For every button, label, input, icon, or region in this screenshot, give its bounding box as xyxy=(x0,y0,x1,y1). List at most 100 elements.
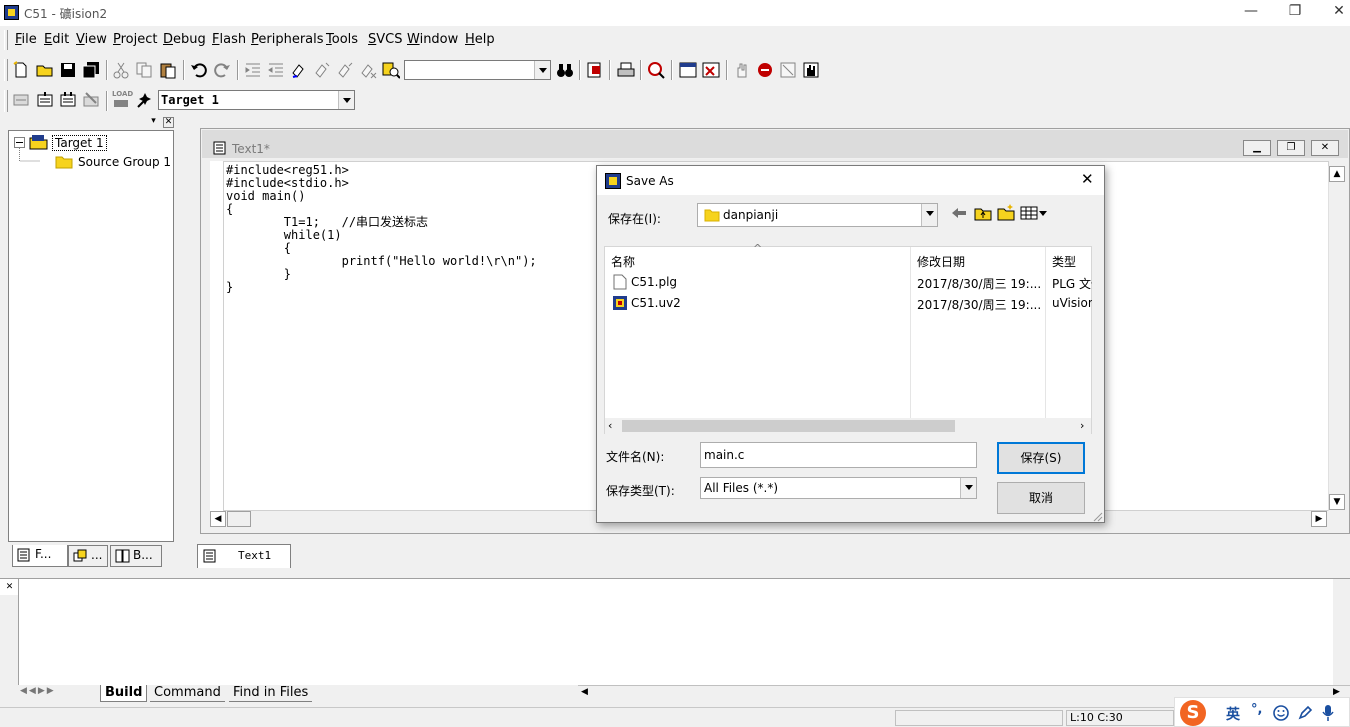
scroll-left-icon[interactable]: ‹ xyxy=(608,419,612,432)
menu-peripherals[interactable]: Peripherals xyxy=(251,32,324,47)
chevron-down-icon[interactable] xyxy=(960,478,976,498)
rebuild-all-icon[interactable] xyxy=(59,91,77,109)
new-file-icon[interactable] xyxy=(12,61,30,79)
bookmark-clear-icon[interactable] xyxy=(359,61,377,79)
save-in-select[interactable]: danpianji xyxy=(697,203,938,227)
minimize-button[interactable]: — xyxy=(1228,0,1274,24)
target-options-icon[interactable] xyxy=(136,91,154,109)
window-icon[interactable] xyxy=(679,61,697,79)
editor-vertical-scrollbar[interactable]: ▲ ▼ xyxy=(1328,166,1345,511)
tree-item-source-group[interactable]: Source Group 1 xyxy=(78,155,171,169)
ime-punctuation-toggle[interactable]: °, xyxy=(1251,702,1262,717)
menu-help[interactable]: Help xyxy=(465,32,495,47)
scroll-down-icon[interactable]: ▼ xyxy=(1329,494,1345,510)
tab-find-in-files[interactable]: Find in Files xyxy=(229,685,313,702)
undo-icon[interactable] xyxy=(190,61,208,79)
menubar-grip[interactable] xyxy=(4,30,8,50)
pen-icon[interactable] xyxy=(1297,705,1313,721)
stop-build-icon[interactable] xyxy=(82,91,100,109)
back-arrow-icon[interactable] xyxy=(951,206,967,220)
menu-debug[interactable]: Debug xyxy=(163,32,206,47)
scroll-thumb[interactable] xyxy=(227,511,251,527)
ime-language-toggle[interactable]: 英 xyxy=(1226,704,1240,724)
filename-input[interactable] xyxy=(700,442,977,468)
disable-breakpoint-icon[interactable] xyxy=(779,61,797,79)
resize-grip-icon[interactable] xyxy=(1091,510,1103,522)
unindent-icon[interactable] xyxy=(267,61,285,79)
menu-edit[interactable]: Edit xyxy=(44,32,69,47)
editor-close-button[interactable]: ✕ xyxy=(1311,140,1339,156)
output-vertical-scrollbar[interactable] xyxy=(1333,579,1350,686)
tab-text1[interactable]: Text1 xyxy=(197,544,291,568)
menu-flash[interactable]: Flash xyxy=(212,32,246,47)
open-folder-icon[interactable] xyxy=(36,61,54,79)
column-name[interactable]: 名称 xyxy=(611,253,635,270)
tab-registers[interactable]: ... xyxy=(68,545,108,567)
save-icon[interactable] xyxy=(59,61,77,79)
breakpoint-icon[interactable] xyxy=(756,61,774,79)
paste-icon[interactable] xyxy=(159,61,177,79)
emoji-icon[interactable] xyxy=(1273,705,1289,721)
translate-icon[interactable] xyxy=(12,91,30,109)
print-icon[interactable] xyxy=(617,61,635,79)
restore-button[interactable]: ❐ xyxy=(1272,0,1318,24)
bookmark-toggle-icon[interactable] xyxy=(290,61,308,79)
menu-svcs[interactable]: SVCS xyxy=(368,32,403,47)
close-icon[interactable]: ✕ xyxy=(163,117,174,128)
browse-symbols-icon[interactable] xyxy=(586,61,604,79)
indent-icon[interactable] xyxy=(244,61,262,79)
scroll-left-icon[interactable]: ◀ xyxy=(210,511,226,527)
debug-session-icon[interactable] xyxy=(647,61,665,79)
target-select[interactable]: Target 1 xyxy=(158,90,355,110)
tab-books[interactable]: B... xyxy=(110,545,162,567)
chevron-down-icon[interactable]: ▾ xyxy=(148,117,159,128)
cut-icon[interactable] xyxy=(112,61,130,79)
tab-scroll-arrows[interactable]: ◀◀▶▶ xyxy=(20,686,56,696)
bookmark-next-icon[interactable] xyxy=(313,61,331,79)
menu-view[interactable]: View xyxy=(76,32,107,47)
editor-minimize-button[interactable]: ▁ xyxy=(1243,140,1271,156)
chevron-down-icon[interactable] xyxy=(534,61,550,79)
column-type[interactable]: 类型 xyxy=(1052,253,1076,270)
dialog-close-button[interactable]: ✕ xyxy=(1081,170,1094,188)
tab-files[interactable]: F... xyxy=(12,545,68,567)
file-list-horizontal-scrollbar[interactable]: ‹ › xyxy=(605,418,1091,434)
redo-icon[interactable] xyxy=(213,61,231,79)
cancel-button[interactable]: 取消 xyxy=(997,482,1085,514)
scroll-left-icon[interactable]: ◀ xyxy=(581,687,588,697)
toolbar-grip[interactable] xyxy=(4,90,8,112)
copy-icon[interactable] xyxy=(135,61,153,79)
save-all-icon[interactable] xyxy=(82,61,100,79)
close-icon[interactable]: ✕ xyxy=(4,583,15,594)
workspace-icon[interactable] xyxy=(702,61,720,79)
chevron-down-icon[interactable] xyxy=(921,204,937,226)
filetype-select[interactable]: All Files (*.*) xyxy=(700,477,977,499)
file-list[interactable]: ^ 名称 修改日期 类型 C51.plg 2017/8/30/周三 19:...… xyxy=(604,242,1092,434)
menu-tools[interactable]: Tools xyxy=(326,32,358,47)
up-folder-icon[interactable] xyxy=(974,205,992,221)
binoculars-icon[interactable] xyxy=(556,61,574,79)
hand-icon[interactable] xyxy=(733,61,751,79)
collapse-icon[interactable] xyxy=(14,137,25,148)
microphone-icon[interactable] xyxy=(1321,704,1335,722)
save-button[interactable]: 保存(S) xyxy=(997,442,1085,474)
tab-command[interactable]: Command xyxy=(150,685,225,702)
kill-breakpoints-icon[interactable] xyxy=(802,61,820,79)
build-target-icon[interactable] xyxy=(36,91,54,109)
bookmark-prev-icon[interactable] xyxy=(336,61,354,79)
find-combo[interactable] xyxy=(404,60,551,80)
scroll-right-icon[interactable]: › xyxy=(1080,419,1084,432)
chevron-down-icon[interactable] xyxy=(338,91,354,109)
toolbar-grip[interactable] xyxy=(4,59,8,81)
scroll-up-icon[interactable]: ▲ xyxy=(1329,166,1345,182)
scroll-thumb[interactable] xyxy=(622,420,955,432)
close-button[interactable]: ✕ xyxy=(1316,0,1350,24)
find-in-files-icon[interactable] xyxy=(382,61,400,79)
view-menu-icon[interactable] xyxy=(1020,206,1048,220)
scroll-right-icon[interactable]: ▶ xyxy=(1333,687,1340,697)
tree-item-target[interactable]: Target 1 xyxy=(52,135,107,151)
menu-file[interactable]: File xyxy=(15,32,37,47)
menu-project[interactable]: Project xyxy=(113,32,158,47)
editor-restore-button[interactable]: ❐ xyxy=(1277,140,1305,156)
scroll-right-icon[interactable]: ▶ xyxy=(1311,511,1327,527)
